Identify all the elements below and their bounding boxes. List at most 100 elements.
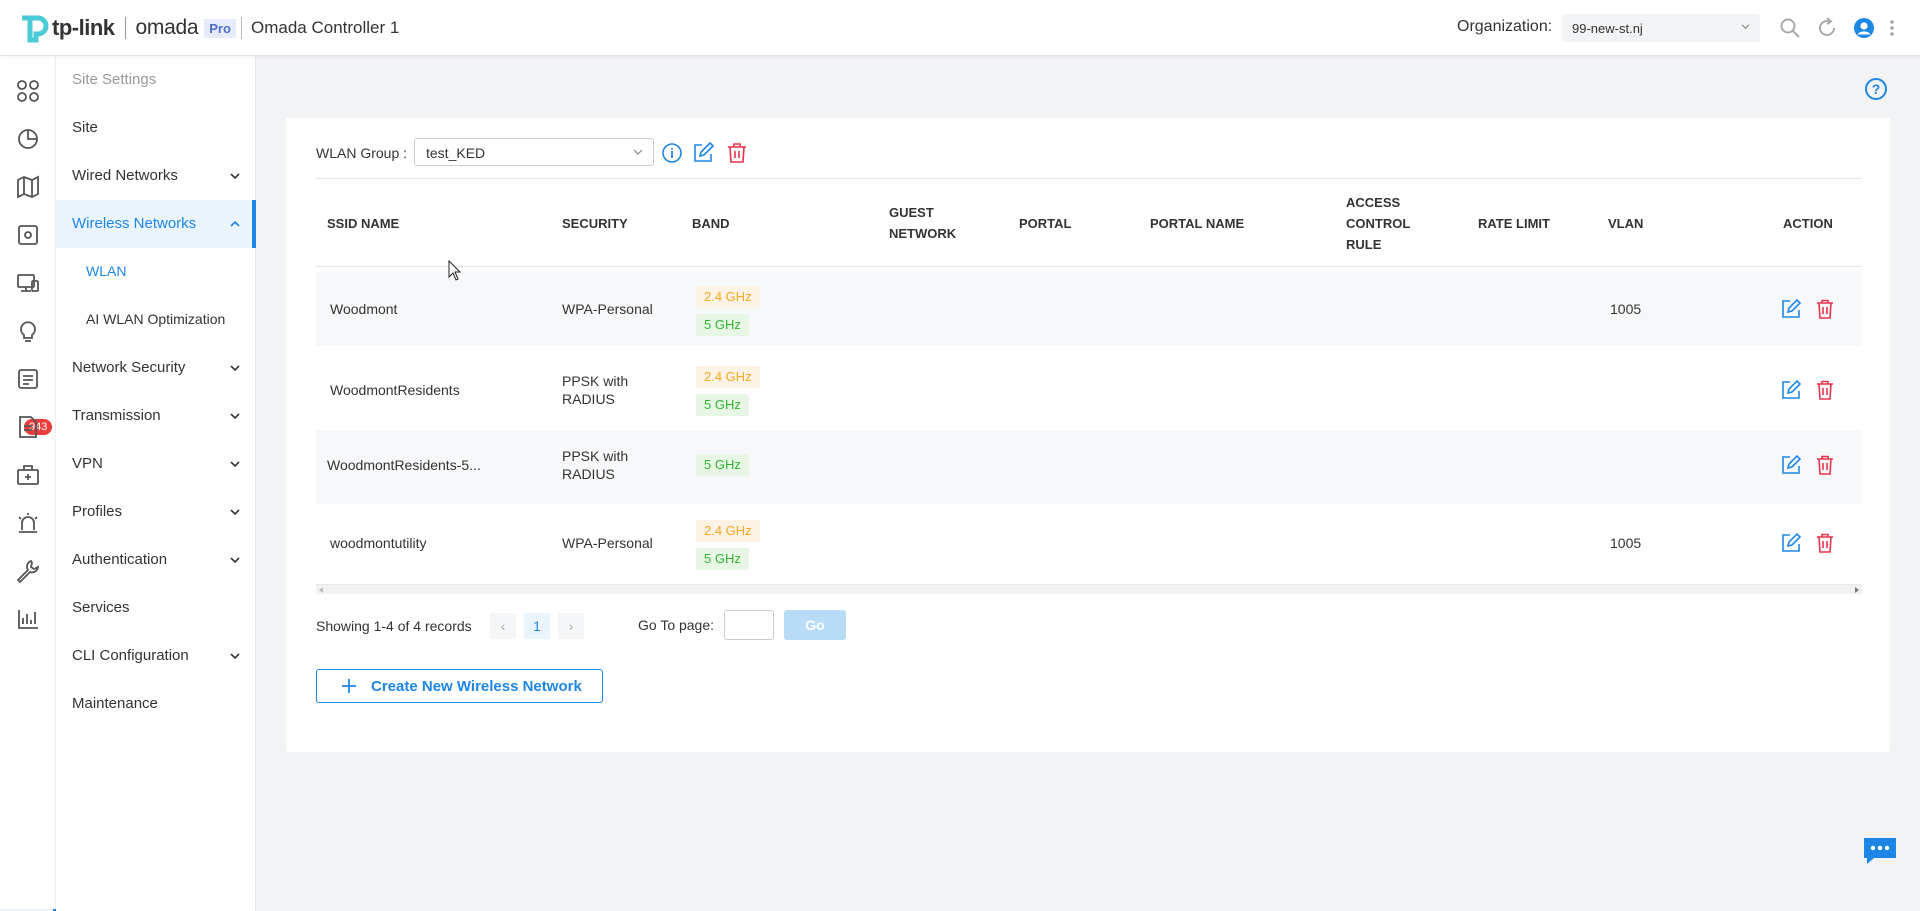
scroll-right-arrow[interactable] [1855, 587, 1859, 593]
map-icon[interactable] [15, 174, 41, 200]
sidebar-item-services[interactable]: Services [56, 584, 256, 632]
edit-icon[interactable] [1781, 455, 1801, 475]
search-icon[interactable] [1779, 17, 1801, 39]
wlan-group-select[interactable]: test_KED [414, 138, 654, 166]
band-2g-tag: 2.4 GHz [696, 286, 760, 308]
sidebar-item-maintenance[interactable]: Maintenance [56, 680, 256, 728]
help-icon[interactable]: ? [1865, 78, 1887, 100]
edit-icon[interactable] [1781, 533, 1801, 553]
clients-icon[interactable] [15, 270, 41, 296]
sidebar-item-label: VPN [72, 455, 103, 472]
sidebar-item-wireless-networks[interactable]: Wireless Networks [56, 200, 256, 248]
user-avatar-icon[interactable] [1853, 17, 1875, 39]
table-row[interactable]: Woodmont WPA-Personal 2.4 GHz 5 GHz 1005 [316, 272, 1862, 346]
tools-icon[interactable] [15, 558, 41, 584]
sidebar-item-label: Site [72, 119, 98, 136]
ssid-cell: WoodmontResidents-5... [327, 457, 481, 473]
header-divider-line [316, 178, 1862, 179]
controller-name: Omada Controller 1 [251, 18, 400, 37]
top-header: tp-link omada Pro Omada Controller 1 Org… [0, 0, 1920, 56]
delete-icon[interactable] [1815, 380, 1835, 400]
next-page-button[interactable]: › [558, 613, 584, 639]
sidebar-item-label: Services [72, 599, 130, 616]
sidebar-item-authentication[interactable]: Authentication [56, 536, 256, 584]
col-security[interactable]: SECURITY [562, 180, 628, 266]
alert-icon[interactable] [15, 510, 41, 536]
more-vertical-icon[interactable] [1888, 17, 1896, 39]
sidebar-item-label: Profiles [72, 503, 123, 520]
delete-icon[interactable] [1815, 533, 1835, 553]
chat-support-icon[interactable] [1862, 836, 1898, 866]
sidebar-subitem-wlan[interactable]: WLAN [86, 263, 126, 279]
icon-rail: 943 [0, 56, 56, 911]
col-rate-limit[interactable]: RATE LIMIT [1478, 180, 1550, 266]
sidebar-item-transmission[interactable]: Transmission [56, 392, 256, 440]
refresh-icon[interactable] [1816, 17, 1838, 39]
sidebar-item-label: Wired Networks [72, 167, 178, 184]
band-2g-tag: 2.4 GHz [696, 520, 760, 542]
sidebar-item-label: Transmission [72, 407, 161, 424]
toolbox-icon[interactable] [15, 462, 41, 488]
pro-badge: Pro [204, 18, 236, 38]
col-acr-line1: ACCESS [1346, 194, 1401, 210]
go-button[interactable]: Go [784, 610, 846, 640]
col-access-control-rule[interactable]: ACCESS CONTROL RULE [1346, 180, 1410, 266]
edit-group-icon[interactable] [692, 142, 714, 164]
edit-icon[interactable] [1781, 299, 1801, 319]
analytics-icon[interactable] [15, 606, 41, 632]
chevron-down-icon [230, 461, 240, 468]
table-header-border [316, 266, 1862, 267]
col-portal-name[interactable]: PORTAL NAME [1150, 180, 1244, 266]
organization-select[interactable]: 99-new-st.nj [1562, 14, 1760, 42]
logs-icon[interactable] [15, 366, 41, 392]
sidebar-item-wired-networks[interactable]: Wired Networks [56, 152, 256, 200]
col-vlan[interactable]: VLAN [1608, 180, 1643, 266]
sidebar-item-label: Authentication [72, 551, 168, 568]
dashboard-icon[interactable] [15, 78, 41, 104]
col-ssid-name[interactable]: SSID NAME [327, 180, 399, 266]
col-portal[interactable]: PORTAL [1019, 180, 1071, 266]
vlan-cell: 1005 [1610, 301, 1642, 317]
organization-value: 99-new-st.nj [1572, 21, 1643, 36]
table-row[interactable]: WoodmontResidents PPSK with RADIUS 2.4 G… [316, 352, 1862, 426]
prev-page-button[interactable]: ‹ [490, 613, 516, 639]
sidebar-title: Site Settings [72, 71, 157, 88]
sidebar-item-cli-configuration[interactable]: CLI Configuration [56, 632, 256, 680]
goto-page-input[interactable] [724, 610, 774, 640]
chevron-down-icon [230, 365, 240, 372]
security-cell-line2: RADIUS [562, 466, 615, 482]
horizontal-scrollbar[interactable] [316, 584, 1862, 594]
band-5g-tag: 5 GHz [696, 454, 749, 476]
reports-icon[interactable] [15, 414, 41, 440]
chevron-down-icon [230, 653, 240, 660]
edit-icon[interactable] [1781, 380, 1801, 400]
col-band[interactable]: BAND [692, 180, 730, 266]
tplink-omada-logo[interactable]: tp-link omada Pro [18, 12, 236, 44]
sidebar-item-site[interactable]: Site [56, 104, 256, 152]
sidebar-subitem-ai-wlan-optimization[interactable]: AI WLAN Optimization [86, 311, 225, 327]
delete-group-icon[interactable] [726, 142, 748, 164]
insights-icon[interactable] [15, 318, 41, 344]
col-guest-network[interactable]: GUEST NETWORK [889, 180, 956, 266]
page-number-button[interactable]: 1 [524, 613, 550, 639]
chevron-down-icon [633, 149, 643, 155]
table-row[interactable]: WoodmontResidents-5... PPSK with RADIUS … [316, 430, 1862, 504]
chevron-down-icon [230, 173, 240, 180]
settings-sidebar: Site Settings Site Wired Networks Wirele… [56, 56, 256, 911]
create-wireless-network-button[interactable]: Create New Wireless Network [316, 669, 603, 703]
logo-text: tp-link [52, 15, 115, 40]
scroll-left-arrow[interactable] [319, 587, 323, 593]
sidebar-item-network-security[interactable]: Network Security [56, 344, 256, 392]
band-5g-tag: 5 GHz [696, 394, 749, 416]
table-row[interactable]: woodmontutility WPA-Personal 2.4 GHz 5 G… [316, 502, 1862, 576]
sidebar-item-vpn[interactable]: VPN [56, 440, 256, 488]
chevron-down-icon [230, 557, 240, 564]
delete-icon[interactable] [1815, 299, 1835, 319]
statistics-icon[interactable] [15, 126, 41, 152]
chevron-down-icon [230, 509, 240, 516]
devices-icon[interactable] [15, 222, 41, 248]
sidebar-item-profiles[interactable]: Profiles [56, 488, 256, 536]
sidebar-item-label: Network Security [72, 359, 186, 376]
delete-icon[interactable] [1815, 455, 1835, 475]
info-icon[interactable] [661, 142, 683, 164]
